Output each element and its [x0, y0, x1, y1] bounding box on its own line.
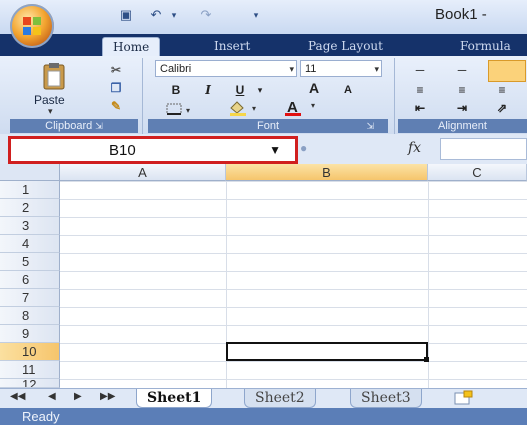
next-sheet-icon[interactable]: ▶ [74, 391, 82, 402]
tab-insert[interactable]: Insert [214, 37, 250, 56]
italic-button[interactable]: I [200, 82, 216, 98]
status-bar [0, 408, 527, 425]
window-title: Book1 - [435, 6, 487, 23]
insert-sheet-icon[interactable] [452, 390, 476, 406]
tab-page-layout[interactable]: Page Layout [308, 37, 383, 56]
alignment-group-label: Alignment [398, 119, 527, 133]
name-box-dropdown-icon[interactable]: ▼ [269, 143, 281, 157]
column-header-c[interactable]: C [428, 164, 527, 181]
column-header-a[interactable]: A [60, 164, 226, 181]
clipboard-group-label: Clipboard ⇲ [10, 119, 138, 133]
prev-sheet-icon[interactable]: ◀ [48, 391, 56, 402]
formula-bar-expand-icon[interactable]: ● [300, 141, 307, 155]
paste-icon[interactable] [38, 62, 70, 90]
copy-icon[interactable]: ❐ [108, 80, 124, 96]
cut-icon[interactable]: ✂ [108, 62, 124, 78]
row-header[interactable]: 12 [0, 379, 60, 388]
last-sheet-icon[interactable]: ▶▶ [100, 391, 115, 402]
office-logo-icon [23, 17, 41, 35]
tab-home[interactable]: Home [102, 37, 161, 57]
align-right-icon[interactable]: ≡ [494, 82, 510, 98]
grow-font-button[interactable]: A [306, 80, 322, 96]
underline-button[interactable]: U [232, 82, 248, 98]
align-left-icon[interactable]: ≡ [412, 82, 428, 98]
row-header[interactable]: 2 [0, 199, 60, 217]
row-header[interactable]: 11 [0, 361, 60, 379]
orientation-icon[interactable]: ⇗ [494, 100, 510, 116]
fill-color-icon[interactable]: ▾ [228, 100, 264, 116]
align-middle-icon[interactable]: ─ [454, 62, 470, 78]
paste-label: Paste [34, 93, 65, 107]
font-size-combo[interactable]: 11 ▾ [300, 60, 382, 77]
row-header[interactable]: 4 [0, 235, 60, 253]
shrink-font-button[interactable]: A [340, 82, 356, 98]
redo-icon[interactable]: ↷ [198, 8, 214, 22]
row-header-selected[interactable]: 10 [0, 343, 60, 361]
underline-dropdown-icon[interactable]: ▾ [252, 82, 268, 98]
align-center-icon[interactable]: ≡ [454, 82, 470, 98]
tab-formulas[interactable]: Formula [460, 37, 511, 56]
row-header[interactable]: 6 [0, 271, 60, 289]
row-header[interactable]: 5 [0, 253, 60, 271]
row-header[interactable]: 9 [0, 325, 60, 343]
ribbon-separator [142, 58, 143, 134]
undo-icon[interactable]: ↶ [148, 8, 164, 22]
align-top-icon[interactable]: ─ [412, 62, 428, 78]
name-box-value: B10 [109, 142, 136, 159]
first-sheet-icon[interactable]: ◀◀ [10, 391, 25, 402]
row-header[interactable]: 3 [0, 217, 60, 235]
undo-dropdown-icon[interactable]: ▾ [166, 8, 182, 22]
formula-input[interactable] [440, 138, 527, 160]
svg-text:▾: ▾ [252, 104, 256, 113]
ribbon-tab-bar [0, 34, 527, 56]
status-text: Ready [22, 409, 60, 424]
align-bottom-icon[interactable] [488, 60, 526, 82]
qat-customize-icon[interactable]: ▾ [248, 8, 264, 22]
paste-dropdown-icon[interactable]: ▾ [48, 106, 53, 117]
name-box[interactable]: B10 ▼ [8, 136, 298, 164]
ribbon-separator [394, 58, 395, 134]
format-painter-icon[interactable]: ✎ [108, 98, 124, 114]
font-name-combo[interactable]: Calibri ▾ [155, 60, 297, 77]
sheet-tab-sheet3[interactable]: Sheet3 [350, 389, 422, 408]
column-header-b[interactable]: B [226, 164, 428, 181]
save-icon[interactable]: ▣ [118, 8, 134, 22]
sheet-tab-sheet1[interactable]: Sheet1 [136, 389, 213, 408]
svg-text:▾: ▾ [186, 106, 190, 115]
font-group-label: Font ⇲ [148, 119, 388, 133]
row-header[interactable]: 7 [0, 289, 60, 307]
office-button[interactable] [10, 4, 54, 48]
row-header[interactable]: 1 [0, 181, 60, 199]
borders-icon[interactable]: ▾ [165, 102, 195, 116]
increase-indent-icon[interactable]: ⇥ [454, 100, 470, 116]
fill-handle[interactable] [424, 357, 429, 362]
font-color-icon[interactable]: A ▾ [283, 99, 323, 117]
active-cell[interactable] [226, 342, 428, 361]
row-header[interactable]: 8 [0, 307, 60, 325]
decrease-indent-icon[interactable]: ⇤ [412, 100, 428, 116]
bold-button[interactable]: B [168, 82, 184, 98]
insert-function-button[interactable]: fx [408, 140, 421, 156]
sheet-tab-sheet2[interactable]: Sheet2 [244, 389, 316, 408]
select-all-corner[interactable] [0, 164, 60, 181]
